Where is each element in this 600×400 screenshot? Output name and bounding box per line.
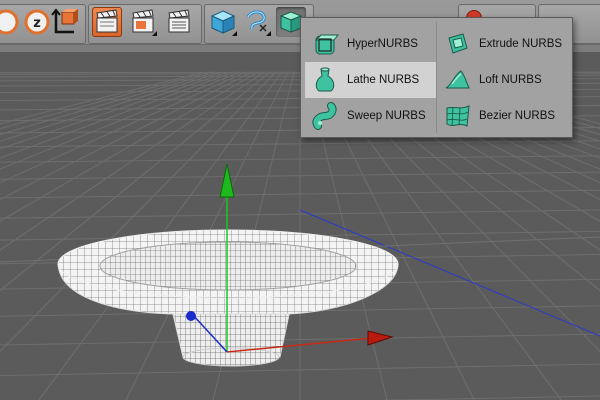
render-picture-button[interactable] xyxy=(128,7,158,37)
coordinate-system-icon xyxy=(51,8,78,34)
scale-tool-button[interactable]: z xyxy=(22,7,52,37)
z-axis-arrow-icon[interactable] xyxy=(186,311,196,321)
menu-item-label: HyperNURBS xyxy=(347,38,418,50)
lathe-bowl-inner xyxy=(99,241,357,291)
sweep-nurbs-icon xyxy=(312,102,337,130)
render-view-button[interactable] xyxy=(92,7,122,37)
menu-item-lathe-nurbs[interactable]: Lathe NURBS xyxy=(305,62,436,98)
menu-item-hypernurbs[interactable]: HyperNURBS xyxy=(305,26,436,62)
scale-tool-icon: z xyxy=(24,9,50,35)
menu-item-label: Loft NURBS xyxy=(479,74,542,86)
menu-item-extrude-nurbs[interactable]: Extrude NURBS xyxy=(437,26,568,62)
render-settings-icon xyxy=(168,9,190,33)
nurbs-dropdown-menu: HyperNURBS Extrude NURBS Lathe NURBS Lof… xyxy=(300,17,573,138)
lathe-nurbs-icon xyxy=(315,67,335,92)
move-tool-icon xyxy=(0,9,19,35)
menu-item-label: Sweep NURBS xyxy=(347,110,426,122)
menu-item-sweep-nurbs[interactable]: Sweep NURBS xyxy=(305,98,436,134)
x-axis-arrow-icon[interactable] xyxy=(367,330,394,346)
hypernurbs-icon xyxy=(314,34,339,55)
menu-item-label: Bezier NURBS xyxy=(479,110,556,122)
move-tool-button[interactable] xyxy=(0,7,24,37)
menu-item-label: Extrude NURBS xyxy=(479,38,563,50)
svg-text:z: z xyxy=(33,16,41,31)
extrude-nurbs-icon xyxy=(448,33,468,54)
bezier-nurbs-icon xyxy=(446,105,470,127)
coordinate-system-button[interactable] xyxy=(50,7,80,37)
spline-pen-button[interactable] xyxy=(242,7,272,37)
cube-primitive-button[interactable] xyxy=(208,7,238,37)
menu-item-label: Lathe NURBS xyxy=(347,74,420,86)
render-settings-button[interactable] xyxy=(164,7,194,37)
y-axis-arrow-icon[interactable] xyxy=(219,163,235,198)
loft-nurbs-icon xyxy=(445,70,470,89)
render-view-icon xyxy=(96,9,118,33)
menu-item-bezier-nurbs[interactable]: Bezier NURBS xyxy=(437,98,568,134)
cube-more-indicator xyxy=(232,31,237,36)
menu-item-loft-nurbs[interactable]: Loft NURBS xyxy=(437,62,568,98)
render-picture-more-indicator xyxy=(152,31,157,36)
spline-more-indicator xyxy=(266,31,271,36)
